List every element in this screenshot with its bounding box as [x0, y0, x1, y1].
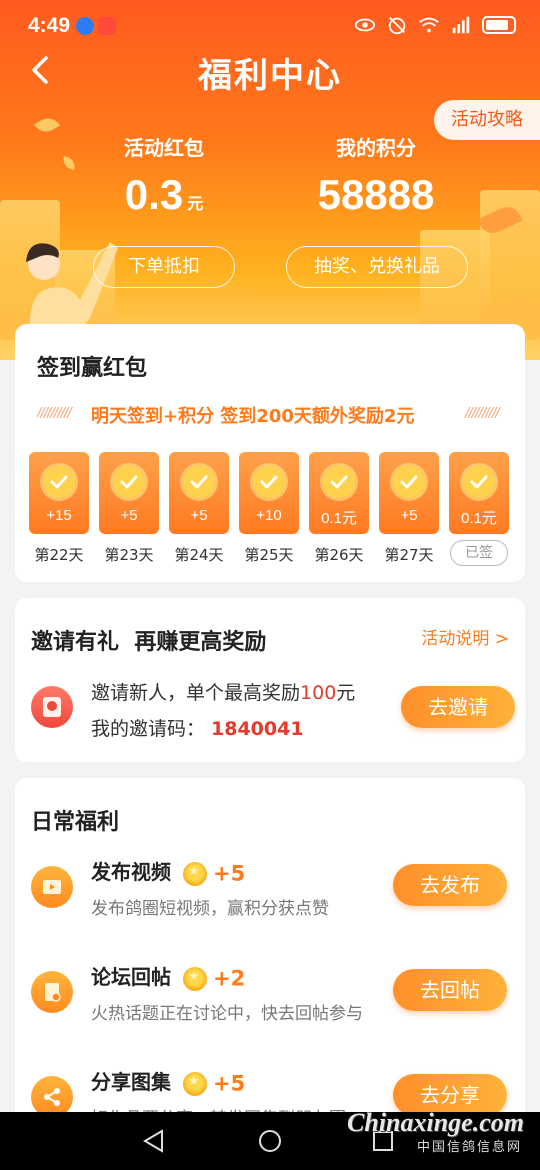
points-value: 58888 [317, 171, 435, 218]
eye-icon [354, 18, 376, 32]
invite-code-label: 我的邀请码： [91, 718, 206, 740]
signin-day: +5 第27天 [379, 452, 439, 566]
points-label: 我的积分 [336, 136, 416, 160]
signin-day-reward: 0.1元 [461, 510, 497, 527]
lottery-exchange-button[interactable]: 抽奖、兑换礼品 [286, 246, 468, 288]
signin-days: +15 第22天 +5 第23天 +5 第24天 +10 第25天 0.1元第26天 +5 第27天… [29, 452, 509, 566]
task-title: 论坛回帖 [91, 965, 171, 989]
alarm-off-icon [388, 17, 406, 35]
checkmark-icon [113, 466, 145, 498]
signin-title: 签到赢红包 [37, 356, 148, 381]
invite-rules-link[interactable]: 活动说明 > [421, 624, 509, 649]
red-envelope-icon [31, 686, 73, 728]
watermark-name: 中国信鸽信息网 [416, 1140, 522, 1155]
daily-title: 日常福利 [31, 810, 120, 835]
signin-day-tile: +10 [239, 452, 299, 534]
coin-icon [183, 966, 207, 991]
signin-day-label: 第23天 [104, 546, 154, 564]
task-button[interactable]: 去发布 [393, 864, 507, 906]
task-title: 分享图集 [91, 1070, 171, 1094]
task-desc: 发布鸽圈短视频，赢积分获点赞 [91, 899, 329, 919]
invite-unit: 元 [336, 682, 356, 704]
watermark-site: Chinaxinge.com [347, 1108, 524, 1137]
signin-day-reward: +5 [400, 507, 418, 524]
red-packet-unit: 元 [187, 196, 204, 213]
checkmark-icon [183, 466, 215, 498]
invite-button[interactable]: 去邀请 [401, 686, 515, 728]
battery-icon [482, 16, 516, 34]
status-bar: 4:49 [0, 0, 540, 52]
order-deduct-button[interactable]: 下单抵扣 [93, 246, 235, 288]
page-title: 福利中心 [198, 56, 342, 96]
wifi-icon [419, 17, 439, 33]
signin-day: +10 第25天 [239, 452, 299, 566]
nav-back-icon[interactable] [142, 1129, 166, 1153]
red-packet-value: 0.3 [124, 171, 184, 218]
task-desc: 火热话题正在讨论中，快去回帖参与 [91, 1004, 363, 1024]
video-app-icon [98, 17, 116, 35]
points-stat: 我的积分 58888 [276, 132, 476, 219]
video-icon [31, 866, 73, 908]
signed-badge: 已签 [450, 540, 508, 566]
checkmark-icon [393, 466, 425, 498]
invite-desc: 邀请新人，单个最高奖励 [91, 682, 301, 704]
signin-ticker: ////////// 明天签到+积分 签到200天额外奖励2元 ////////… [37, 402, 505, 428]
signin-day-label: 第27天 [384, 546, 434, 564]
red-packet-label: 活动红包 [124, 136, 204, 160]
signin-day-label: 第25天 [244, 546, 294, 564]
checkmark-icon [43, 466, 75, 498]
red-packet-stat: 活动红包 0.3 元 [64, 132, 264, 219]
task-title: 发布视频 [91, 860, 171, 884]
task-reward: +2 [213, 966, 246, 991]
signin-day: +5 第24天 [169, 452, 229, 566]
signin-day-label: 第26天 [314, 546, 364, 564]
signin-day-tile: +5 [169, 452, 229, 534]
signin-day-tile: +15 [29, 452, 89, 534]
signin-ticker-text: 明天签到+积分 签到200天额外奖励2元 [91, 406, 415, 427]
task-button[interactable]: 去回帖 [393, 969, 507, 1011]
signin-day-label: 第24天 [174, 546, 224, 564]
signin-day-label: 第22天 [34, 546, 84, 564]
reply-icon [31, 971, 73, 1013]
signin-day: 0.1元已签 [449, 452, 509, 566]
signin-day-reward: +15 [46, 507, 72, 524]
browser-app-icon [76, 17, 94, 35]
task-reward: +5 [213, 1071, 246, 1096]
invite-code: 1840041 [211, 718, 304, 740]
signin-day-tile: +5 [379, 452, 439, 534]
signal-icon [452, 16, 470, 34]
signin-day-tile: +5 [99, 452, 159, 534]
checkmark-icon [253, 466, 285, 498]
checkmark-icon [323, 466, 355, 498]
checkmark-icon [463, 466, 495, 498]
signin-card: 签到赢红包 ////////// 明天签到+积分 签到200天额外奖励2元 //… [15, 324, 525, 582]
coin-icon [183, 861, 207, 886]
signin-day-reward: +5 [120, 507, 138, 524]
signin-day-reward: +10 [256, 507, 282, 524]
invite-title: 邀请有礼 再赚更高奖励 [31, 630, 267, 655]
invite-amount: 100 [300, 682, 337, 704]
task-reward: +5 [213, 861, 246, 886]
invite-card: 邀请有礼 再赚更高奖励 活动说明 > 邀请新人，单个最高奖励100元 我的邀请码… [15, 598, 525, 762]
signin-day: +5 第23天 [99, 452, 159, 566]
signin-day-reward: +5 [190, 507, 208, 524]
status-time: 4:49 [28, 14, 71, 37]
signin-day: 0.1元第26天 [309, 452, 369, 566]
coin-icon [183, 1071, 207, 1096]
daily-card: 日常福利 发布视频 +5 发布鸽圈短视频，赢积分获点赞 去发布论坛回帖 +2 火热话题正在… [15, 778, 525, 1138]
signin-day-tile: 0.1元 [449, 452, 509, 534]
signin-day-reward: 0.1元 [321, 510, 357, 527]
signin-day: +15 第22天 [29, 452, 89, 566]
signin-day-tile: 0.1元 [309, 452, 369, 534]
nav-home-icon[interactable] [258, 1129, 282, 1153]
